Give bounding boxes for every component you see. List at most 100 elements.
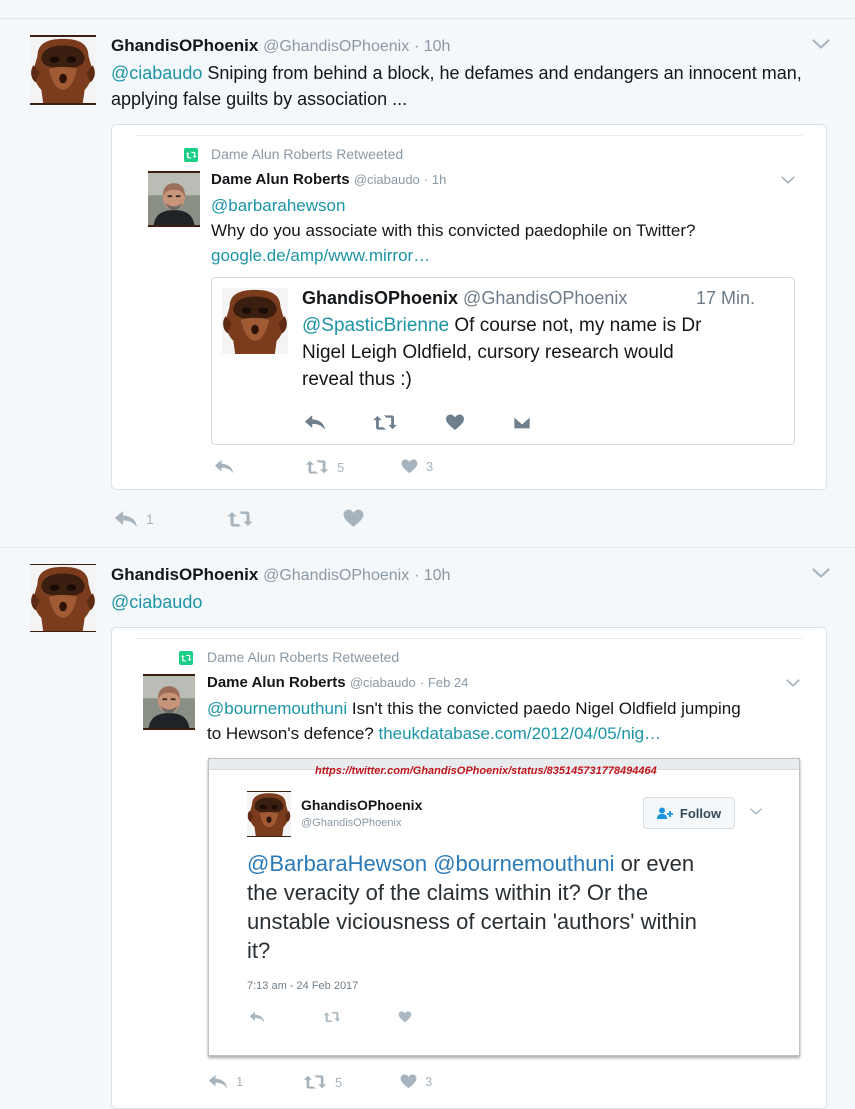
- avatar[interactable]: [148, 171, 200, 227]
- mention-link: @SpasticBrienne: [302, 315, 450, 336]
- avatar: [247, 791, 291, 837]
- mention-link[interactable]: @barbarahewson: [211, 196, 345, 215]
- author-handle[interactable]: @ciabaudo: [350, 675, 416, 690]
- tweet-time[interactable]: · 10h: [414, 567, 450, 584]
- dm-icon: [512, 415, 532, 430]
- retweeted-by[interactable]: Dame Alun Roberts Retweeted: [207, 649, 399, 665]
- tweet-divider: [0, 547, 855, 548]
- article-link[interactable]: theukdatabase.com/2012/04/05/nig…: [378, 724, 661, 743]
- retweet-icon: [303, 1074, 327, 1090]
- tweet-time[interactable]: · 10h: [414, 38, 450, 55]
- tweet-time: 17 Min.: [696, 288, 756, 308]
- quoted-header: Dame Alun Roberts @ciabaudo · 1h: [211, 171, 446, 188]
- author-name[interactable]: GhandisOPhoenix: [111, 36, 258, 55]
- avatar[interactable]: [143, 674, 195, 730]
- author-handle[interactable]: @GhandisOPhoenix: [263, 567, 409, 584]
- tweet-header: GhandisOPhoenix @GhandisOPhoenix · 10h: [111, 36, 450, 56]
- author-name[interactable]: Dame Alun Roberts: [207, 674, 346, 691]
- quoted-text: @bournemouthuni Isn't this the convicted…: [207, 696, 807, 746]
- retweet-count: 5: [337, 459, 345, 475]
- like-count: 3: [425, 1074, 433, 1089]
- screenshot-url: https://twitter.com/GhandisOPhoenix/stat…: [315, 765, 657, 777]
- reply-button[interactable]: [214, 459, 234, 474]
- quoted-header: Dame Alun Roberts @ciabaudo · Feb 24: [207, 674, 468, 691]
- like-button[interactable]: [343, 509, 364, 528]
- embedded-body-line: Of course not, my name is Dr: [449, 315, 702, 336]
- man-avatar-icon: [143, 674, 195, 730]
- screenshot-image: https://twitter.com/GhandisOPhoenix/stat…: [208, 758, 800, 1056]
- retweet-count: 5: [335, 1074, 343, 1090]
- chevron-down-icon: [750, 808, 762, 815]
- reply-icon: [214, 459, 234, 474]
- author-handle[interactable]: @GhandisOPhoenix: [263, 38, 409, 55]
- quoted-retweet-card[interactable]: Dame Alun Roberts Retweeted Dame Alun Ro…: [111, 124, 827, 490]
- author-handle: @GhandisOPhoenix: [463, 288, 628, 308]
- retweet-badge-icon: [184, 148, 198, 162]
- mention-link[interactable]: @ciabaudo: [111, 63, 202, 83]
- author-handle[interactable]: @ciabaudo: [354, 172, 420, 187]
- mention-link[interactable]: @bournemouthuni: [207, 699, 347, 718]
- quoted-text: @barbarahewson Why do you associate with…: [211, 193, 791, 268]
- like-icon: [445, 414, 465, 431]
- reply-count: 1: [146, 511, 154, 527]
- reply-button[interactable]: 1: [208, 1074, 243, 1089]
- mention-link: @bournemouthuni: [433, 851, 615, 876]
- card-divider: [136, 638, 802, 639]
- card-divider: [136, 135, 802, 136]
- orangutan-avatar-icon: [222, 288, 288, 354]
- retweet-button[interactable]: 5: [303, 1074, 342, 1090]
- like-icon: [401, 459, 418, 474]
- avatar[interactable]: [30, 35, 96, 105]
- article-link[interactable]: google.de/amp/www.mirror…: [211, 246, 430, 265]
- quoted-body: Isn't this the convicted paedo Nigel Old…: [347, 699, 741, 718]
- like-button[interactable]: 3: [401, 459, 433, 474]
- screenshot-text: @BarbaraHewson @bournemouthuni or even t…: [247, 849, 787, 965]
- follow-button: Follow: [643, 797, 735, 829]
- orangutan-avatar-icon: [30, 35, 96, 105]
- screenshot-body-line: unstable viciousness of certain 'authors…: [247, 909, 697, 934]
- embedded-body-line: reveal thus :): [302, 369, 412, 390]
- quoted-body-line: to Hewson's defence?: [207, 724, 379, 743]
- tweet-text: @ciabaudo Sniping from behind a block, h…: [111, 60, 831, 112]
- tweet-time[interactable]: · 1h: [424, 172, 446, 187]
- retweeted-by[interactable]: Dame Alun Roberts Retweeted: [211, 146, 403, 162]
- author-name[interactable]: GhandisOPhoenix: [111, 565, 258, 584]
- reply-button[interactable]: 1: [114, 510, 154, 528]
- embedded-body-line: Nigel Leigh Oldfield, cursory research w…: [302, 342, 674, 363]
- screenshot-body-line: it?: [247, 938, 271, 963]
- author-name: GhandisOPhoenix: [302, 288, 459, 308]
- author-handle: @GhandisOPhoenix: [301, 817, 402, 829]
- author-name[interactable]: Dame Alun Roberts: [211, 171, 350, 188]
- retweet-icon: [323, 1011, 341, 1023]
- man-avatar-icon: [148, 171, 200, 227]
- screenshot-timestamp: 7:13 am - 24 Feb 2017: [247, 980, 359, 992]
- reply-icon: [304, 414, 326, 431]
- chevron-down-icon[interactable]: [786, 679, 800, 687]
- avatar: [222, 288, 288, 354]
- chevron-down-icon[interactable]: [781, 176, 795, 184]
- quoted-retweet-card[interactable]: Dame Alun Roberts Retweeted Dame Alun Ro…: [111, 627, 827, 1109]
- like-icon: [343, 509, 364, 528]
- mention-link[interactable]: @ciabaudo: [111, 592, 202, 612]
- like-button[interactable]: 3: [400, 1074, 432, 1089]
- screenshot-body-line: the veracity of the claims within it? Or…: [247, 880, 649, 905]
- retweet-icon: [305, 459, 329, 475]
- reply-icon: [249, 1011, 265, 1023]
- chevron-down-icon[interactable]: [812, 568, 830, 578]
- tweet-text: @ciabaudo: [111, 589, 202, 615]
- chevron-down-icon[interactable]: [812, 39, 830, 49]
- like-icon: [400, 1074, 417, 1089]
- avatar[interactable]: [30, 564, 96, 632]
- retweet-button[interactable]: 5: [305, 459, 344, 475]
- tweet-time[interactable]: · Feb 24: [420, 675, 468, 690]
- reply-count: 1: [236, 1074, 244, 1089]
- tweet-divider-top: [0, 18, 855, 19]
- author-name: GhandisOPhoenix: [301, 797, 423, 813]
- follow-person-icon: [656, 807, 673, 819]
- retweet-icon: [226, 510, 254, 528]
- embedded-tweet-screenshot: GhandisOPhoenix @GhandisOPhoenix 17 Min.…: [211, 277, 795, 445]
- screenshot-body-line: or even: [614, 851, 695, 876]
- tweet-header: GhandisOPhoenix @GhandisOPhoenix · 10h: [111, 565, 450, 585]
- retweet-button[interactable]: [226, 510, 254, 528]
- reply-icon: [114, 510, 138, 528]
